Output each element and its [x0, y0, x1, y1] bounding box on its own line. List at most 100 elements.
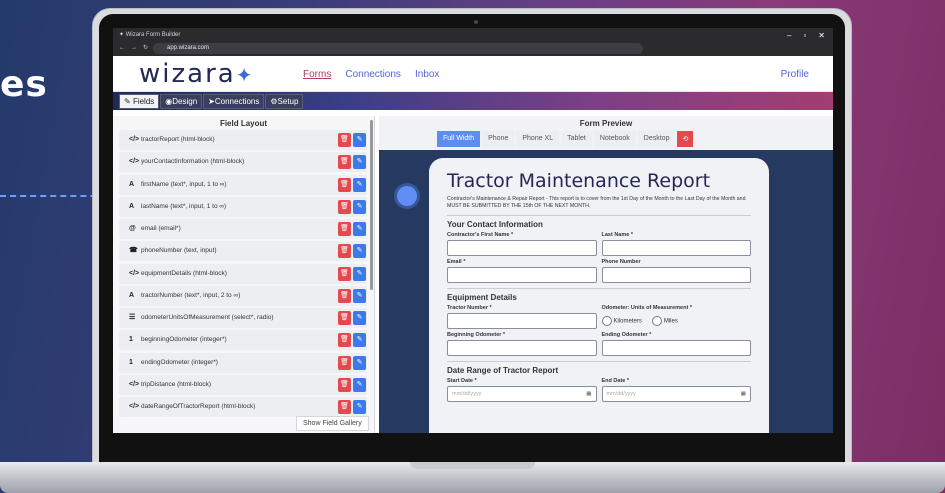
delete-icon[interactable]: 🗑: [338, 199, 351, 214]
nav-connections[interactable]: Connections: [345, 69, 401, 80]
field-type-icon: A: [129, 202, 135, 210]
forward-icon[interactable]: →: [131, 45, 137, 51]
delete-icon[interactable]: 🗑: [338, 266, 351, 281]
minimize-icon[interactable]: –: [787, 31, 791, 40]
profile-link[interactable]: Profile: [781, 69, 809, 80]
close-icon[interactable]: ✕: [818, 31, 825, 40]
edit-icon[interactable]: ✎: [353, 333, 366, 348]
field-list: </> tractorReport (html-block) 🗑 ✎ </> yourCo…: [119, 130, 367, 419]
delete-icon[interactable]: 🗑: [338, 333, 351, 348]
field-row[interactable]: @ email (email*) 🗑 ✎: [119, 219, 367, 239]
start-date-field[interactable]: mm/dd/yyyy ▦: [447, 386, 597, 402]
tab-setup[interactable]: ⚙Setup: [265, 94, 304, 109]
field-label: endingOdometer (integer*): [141, 358, 218, 366]
field-row[interactable]: 1 beginningOdometer (integer*) 🗑 ✎: [119, 330, 367, 351]
field-label: firstName (text*, input, 1 to ∞): [141, 180, 227, 188]
first-name-field[interactable]: [447, 240, 597, 256]
device-full-width[interactable]: Full Width: [437, 131, 481, 147]
field-row[interactable]: </> tractorReport (html-block) 🗑 ✎: [119, 130, 367, 150]
field-type-icon: </>: [129, 380, 140, 388]
email-field[interactable]: [447, 267, 597, 283]
reset-icon[interactable]: ⟲: [677, 131, 694, 147]
edit-icon[interactable]: ✎: [353, 400, 366, 414]
reload-icon[interactable]: ↻: [143, 44, 148, 51]
phone-label: Phone Number: [601, 259, 641, 265]
end-date-field[interactable]: mm/dd/yyyy ▦: [601, 386, 751, 402]
maximize-icon[interactable]: ▫: [803, 31, 806, 40]
section-equipment: Equipment Details: [447, 288, 751, 302]
delete-icon[interactable]: 🗑: [338, 155, 351, 170]
calendar-icon[interactable]: ▦: [741, 387, 746, 402]
ending-odometer-field[interactable]: [601, 340, 751, 356]
edit-icon[interactable]: ✎: [353, 222, 366, 236]
connector-dot: [397, 186, 417, 206]
field-row[interactable]: ☰ odometerUnitsOfMeasurement (select*, ra…: [119, 308, 367, 328]
field-row[interactable]: AlastName (text*, input, 1 to ∞) 🗑 ✎: [119, 196, 367, 217]
back-icon[interactable]: ←: [119, 45, 125, 51]
phone-field[interactable]: [601, 267, 751, 283]
tab-fields[interactable]: ✎ Fields: [119, 94, 160, 109]
field-row[interactable]: AtractorNumber (text*, input, 2 to ∞) 🗑 ✎: [119, 285, 367, 306]
field-row[interactable]: </> tripDistance (html-block) 🗑 ✎: [119, 374, 367, 395]
edit-icon[interactable]: ✎: [353, 199, 366, 214]
beginning-odometer-label: Beginning Odometer *: [447, 332, 506, 338]
builder-toolbar: ✎ Fields ◉Design ➤Connections ⚙Setup: [113, 92, 833, 110]
field-label: dateRangeOfTractorReport (html-block): [141, 403, 256, 410]
delete-icon[interactable]: 🗑: [338, 400, 351, 414]
delete-icon[interactable]: 🗑: [338, 377, 351, 392]
edit-icon[interactable]: ✎: [353, 288, 366, 303]
browser-tab[interactable]: ✦ Wizara Form Builder: [119, 31, 180, 38]
delete-icon[interactable]: 🗑: [338, 177, 351, 192]
device-desktop[interactable]: Desktop: [637, 131, 676, 147]
field-layout-panel: Field Layout </> tractorReport (html-bloc…: [113, 116, 375, 433]
edit-icon[interactable]: ✎: [353, 266, 366, 281]
beginning-odometer-field[interactable]: [447, 340, 597, 356]
radio-miles[interactable]: Miles: [651, 316, 678, 326]
tractor-number-field[interactable]: [447, 313, 597, 329]
form-title: Tractor Maintenance Report: [447, 170, 711, 192]
edit-icon[interactable]: ✎: [353, 155, 366, 170]
field-list-scrollbar[interactable]: [370, 120, 373, 290]
field-row[interactable]: </> equipmentDetails (html-block) 🗑 ✎: [119, 263, 367, 284]
field-row[interactable]: AfirstName (text*, input, 1 to ∞) 🗑 ✎: [119, 174, 367, 195]
field-label: tractorNumber (text*, input, 2 to ∞): [141, 291, 241, 299]
edit-icon[interactable]: ✎: [353, 133, 366, 147]
end-date-label: End Date *: [601, 378, 630, 384]
delete-icon[interactable]: 🗑: [338, 244, 351, 259]
edit-icon[interactable]: ✎: [353, 355, 366, 370]
device-tablet[interactable]: Tablet: [561, 131, 592, 147]
logo[interactable]: wizara✦: [139, 59, 254, 89]
delete-icon[interactable]: 🗑: [338, 222, 351, 236]
edit-icon[interactable]: ✎: [353, 311, 366, 325]
delete-icon[interactable]: 🗑: [338, 355, 351, 370]
nav-inbox[interactable]: Inbox: [415, 69, 439, 80]
delete-icon[interactable]: 🗑: [338, 311, 351, 325]
first-name-label: Contractor's First Name *: [447, 232, 514, 238]
delete-icon[interactable]: 🗑: [338, 288, 351, 303]
device-phone-xl[interactable]: Phone XL: [516, 131, 560, 147]
field-label: phoneNumber (text, input): [141, 247, 217, 255]
field-row[interactable]: </> dateRangeOfTractorReport (html-block)…: [119, 397, 367, 417]
field-type-icon: </>: [129, 403, 140, 410]
field-row[interactable]: ☎ phoneNumber (text, input) 🗑 ✎: [119, 241, 367, 262]
screen: ✦ Wizara Form Builder ← → ↻ app.wizara.c…: [113, 28, 833, 433]
show-field-gallery-button[interactable]: Show Field Gallery: [296, 416, 369, 431]
device-phone[interactable]: Phone: [482, 131, 515, 147]
edit-icon[interactable]: ✎: [353, 244, 366, 259]
nav-forms[interactable]: Forms: [303, 69, 331, 80]
field-row[interactable]: 1 endingOdometer (integer*) 🗑 ✎: [119, 352, 367, 373]
delete-icon[interactable]: 🗑: [338, 133, 351, 147]
tab-design[interactable]: ◉Design: [160, 94, 203, 109]
device-notebook[interactable]: Notebook: [593, 131, 636, 147]
address-bar[interactable]: app.wizara.com: [153, 43, 643, 54]
edit-icon[interactable]: ✎: [353, 177, 366, 192]
radio-kilometers[interactable]: Kilometers: [601, 316, 642, 326]
edit-icon[interactable]: ✎: [353, 377, 366, 392]
calendar-icon[interactable]: ▦: [586, 387, 591, 402]
last-name-field[interactable]: [601, 240, 751, 256]
tab-connections[interactable]: ➤Connections: [203, 94, 265, 109]
favicon-icon: ✦: [119, 32, 125, 38]
field-row[interactable]: </> yourContactInformation (html-block) 🗑 ✎: [119, 152, 367, 173]
sparkle-icon: ✦: [235, 63, 255, 87]
tab-title: Wizara Form Builder: [125, 32, 181, 38]
